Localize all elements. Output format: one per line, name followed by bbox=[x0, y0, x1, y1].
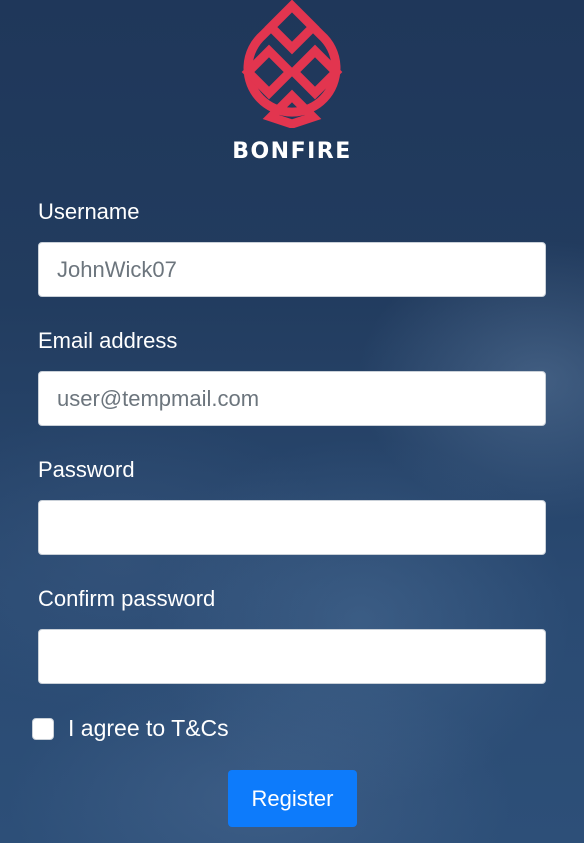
username-label: Username bbox=[38, 199, 140, 224]
email-input[interactable] bbox=[38, 371, 546, 426]
password-input[interactable] bbox=[38, 500, 546, 555]
username-input[interactable] bbox=[38, 242, 546, 297]
brand-name: BONFIRE bbox=[232, 139, 352, 164]
password-label: Password bbox=[38, 457, 135, 482]
registration-page: BONFIRE Username Email address Password … bbox=[0, 0, 584, 843]
register-button[interactable]: Register bbox=[228, 770, 357, 827]
terms-label[interactable]: I agree to T&Cs bbox=[68, 714, 229, 742]
confirm-password-input[interactable] bbox=[38, 629, 546, 684]
bonfire-logo-icon bbox=[241, 0, 343, 128]
email-label: Email address bbox=[38, 328, 178, 353]
confirm-password-label: Confirm password bbox=[38, 586, 216, 611]
terms-checkbox[interactable] bbox=[32, 718, 54, 740]
